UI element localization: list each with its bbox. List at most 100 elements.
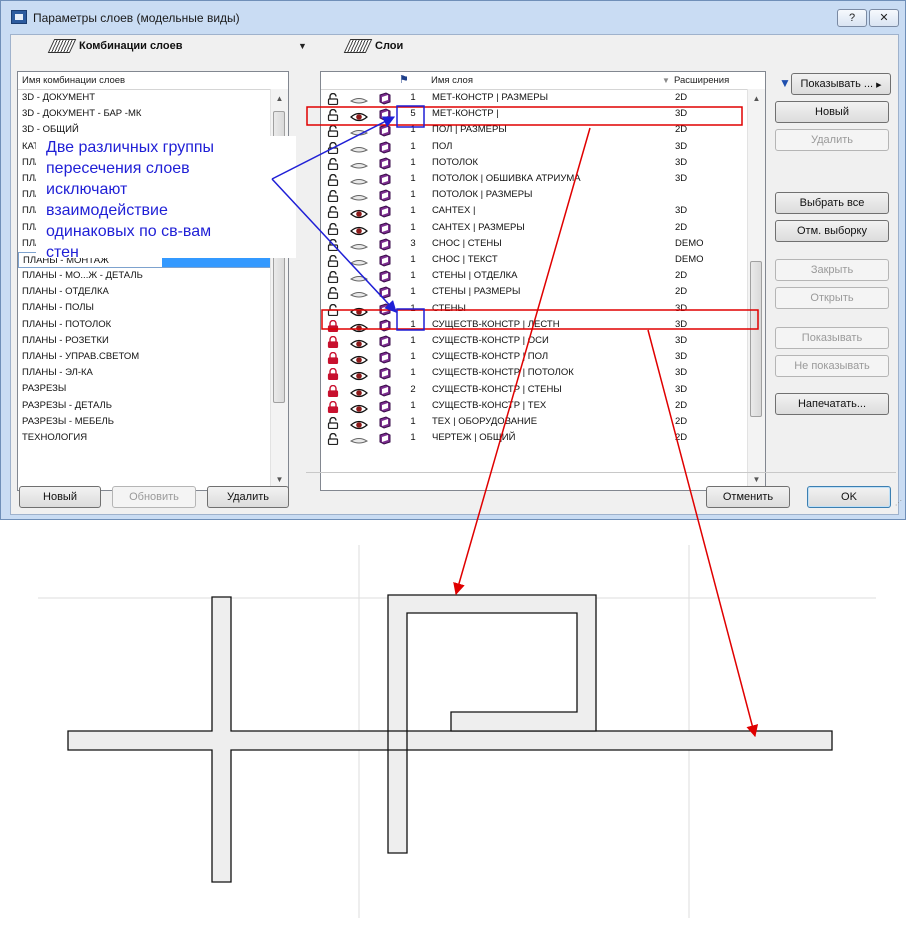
combination-item[interactable]: 3D - ДОКУМЕНТ - БАР -МК (18, 106, 288, 122)
layer-wireframe-icon[interactable] (378, 399, 392, 413)
layer-row[interactable]: 1 ЧЕРТЕЖ | ОБЩИЙ 2D (321, 430, 741, 446)
lock-open-icon[interactable] (327, 124, 341, 138)
layers-scroll-thumb[interactable] (750, 261, 762, 417)
eye-visible-icon[interactable] (350, 401, 368, 413)
eye-hidden-icon[interactable] (349, 142, 369, 153)
layer-wireframe-icon[interactable] (378, 350, 392, 364)
layer-row[interactable]: 1 САНТЕХ | 3D (321, 203, 741, 219)
layer-row[interactable]: 1 СУЩЕСТВ-КОНСТР | ПОЛ 3D (321, 349, 741, 365)
help-button[interactable]: ? (837, 9, 867, 27)
layer-row[interactable]: 3 СНОС | СТЕНЫ DEMO (321, 236, 741, 252)
lock-open-icon[interactable] (327, 270, 341, 284)
layer-wireframe-icon[interactable] (378, 156, 392, 170)
eye-hidden-icon[interactable] (349, 255, 369, 266)
layers-scroll-up-icon[interactable]: ▲ (748, 91, 765, 107)
lock-open-icon[interactable] (327, 205, 341, 219)
lock-open-icon[interactable] (327, 432, 341, 446)
layer-wireframe-icon[interactable] (378, 318, 392, 332)
layer-row[interactable]: 1 СНОС | ТЕКСТ DEMO (321, 252, 741, 268)
lock-open-icon[interactable] (327, 416, 341, 430)
lock-closed-icon[interactable] (327, 319, 341, 332)
combination-item[interactable]: ПЛАНЫ - УПРАВ.СВЕТОМ (18, 349, 288, 365)
combination-item[interactable]: РАЗРЕЗЫ (18, 381, 288, 397)
layer-intersection-number[interactable]: 5 (405, 106, 421, 122)
eye-hidden-icon[interactable] (349, 271, 369, 282)
layer-wireframe-icon[interactable] (378, 140, 392, 154)
ok-button[interactable]: OK (807, 486, 891, 508)
layer-intersection-number[interactable]: 1 (405, 122, 421, 138)
combination-item[interactable]: ПЛАНЫ - ПОТОЛОК (18, 317, 288, 333)
layer-row[interactable]: 1 СТЕНЫ | ОТДЕЛКА 2D (321, 268, 741, 284)
layer-wireframe-icon[interactable] (378, 188, 392, 202)
select-all-button[interactable]: Выбрать все (775, 192, 889, 214)
eye-visible-icon[interactable] (350, 368, 368, 381)
combination-item[interactable]: ПЛАНЫ - ЭЛ-КА (18, 365, 288, 381)
layer-row[interactable]: 1 МЕТ-КОНСТР | РАЗМЕРЫ 2D (321, 90, 741, 106)
layer-intersection-number[interactable]: 1 (405, 155, 421, 171)
layer-row[interactable]: 1 ТЕХ | ОБОРУДОВАНИЕ 2D (321, 414, 741, 430)
eye-hidden-icon[interactable] (349, 433, 369, 444)
eye-hidden-icon[interactable] (349, 174, 369, 185)
layer-intersection-number[interactable]: 1 (405, 414, 421, 430)
layer-row[interactable]: 1 СТЕНЫ | РАЗМЕРЫ 2D (321, 284, 741, 300)
lock-open-icon[interactable] (327, 286, 341, 300)
layer-wireframe-icon[interactable] (378, 204, 392, 218)
combination-item[interactable]: ПЛАНЫ - МО...Ж - ДЕТАЛЬ (18, 268, 288, 284)
layer-intersection-number[interactable]: 1 (405, 333, 421, 349)
layer-intersection-number[interactable]: 1 (405, 171, 421, 187)
eye-hidden-icon[interactable] (349, 125, 369, 136)
layer-intersection-number[interactable]: 2 (405, 382, 421, 398)
layer-row[interactable]: 2 СУЩЕСТВ-КОНСТР | СТЕНЫ 3D (321, 382, 741, 398)
layer-wireframe-icon[interactable] (378, 123, 392, 137)
layer-row[interactable]: 1 ПОТОЛОК | ОБШИВКА АТРИУМА 3D (321, 171, 741, 187)
layer-row[interactable]: 1 ПОТОЛОК | РАЗМЕРЫ (321, 187, 741, 203)
cancel-button[interactable]: Отменить (706, 486, 790, 508)
eye-visible-icon[interactable] (350, 109, 368, 122)
layer-row[interactable]: 1 СТЕНЫ 3D (321, 301, 741, 317)
resize-grip-icon[interactable]: ⋰ (895, 499, 905, 509)
layer-intersection-number[interactable]: 3 (405, 236, 421, 252)
layer-intersection-number[interactable]: 1 (405, 220, 421, 236)
lock-closed-icon[interactable] (327, 351, 341, 365)
layer-wireframe-icon[interactable] (378, 302, 392, 316)
combination-item[interactable]: ПЛАНЫ - ОТДЕЛКА (18, 284, 288, 300)
update-combination-button[interactable]: Обновить (112, 486, 196, 508)
layer-wireframe-icon[interactable] (378, 431, 392, 445)
lock-open-icon[interactable] (327, 303, 341, 316)
unlock-button[interactable]: Открыть (775, 287, 889, 309)
show-button[interactable]: Показывать (775, 327, 889, 349)
eye-visible-icon[interactable] (350, 336, 368, 349)
print-button[interactable]: Напечатать... (775, 393, 889, 415)
delete-layer-button[interactable]: Удалить (775, 129, 889, 151)
layer-intersection-number[interactable]: 1 (405, 187, 421, 203)
layer-row[interactable]: 1 СУЩЕСТВ-КОНСТР | ЛЕСТН 3D (321, 317, 741, 333)
layer-intersection-number[interactable]: 1 (405, 365, 421, 381)
eye-visible-icon[interactable] (350, 320, 368, 332)
layer-wireframe-icon[interactable] (378, 334, 392, 348)
eye-hidden-icon[interactable] (349, 158, 369, 169)
layer-wireframe-icon[interactable] (378, 269, 392, 283)
combination-item[interactable]: 3D - ДОКУМЕНТ (18, 90, 288, 106)
eye-hidden-icon[interactable] (349, 239, 369, 250)
eye-visible-icon[interactable] (350, 304, 368, 316)
layer-wireframe-icon[interactable] (378, 172, 392, 186)
new-layer-button[interactable]: Новый (775, 101, 889, 123)
layer-row[interactable]: 1 СУЩЕСТВ-КОНСТР | ОСИ 3D (321, 333, 741, 349)
layer-intersection-number[interactable]: 1 (405, 139, 421, 155)
layer-wireframe-icon[interactable] (378, 91, 392, 105)
filter-icon[interactable]: ▼ (779, 76, 791, 90)
delete-combination-button[interactable]: Удалить (207, 486, 289, 508)
layer-wireframe-icon[interactable] (378, 366, 392, 380)
layer-intersection-number[interactable]: 1 (405, 90, 421, 106)
eye-visible-icon[interactable] (350, 206, 368, 219)
lock-closed-icon[interactable] (327, 400, 341, 413)
scroll-up-icon[interactable]: ▲ (271, 91, 288, 107)
layer-intersection-number[interactable]: 1 (405, 430, 421, 446)
combination-item[interactable]: ПЛАНЫ - РОЗЕТКИ (18, 333, 288, 349)
new-combination-button[interactable]: Новый (19, 486, 101, 508)
combination-item[interactable]: ПЛАНЫ - ПОЛЫ (18, 300, 288, 316)
eye-hidden-icon[interactable] (349, 93, 369, 104)
layer-wireframe-icon[interactable] (378, 237, 392, 251)
eye-visible-icon[interactable] (350, 385, 368, 397)
layers-list[interactable]: ⚑ Имя слоя ▼ Расширения 1 МЕТ-КОНСТР | РА… (320, 71, 766, 491)
